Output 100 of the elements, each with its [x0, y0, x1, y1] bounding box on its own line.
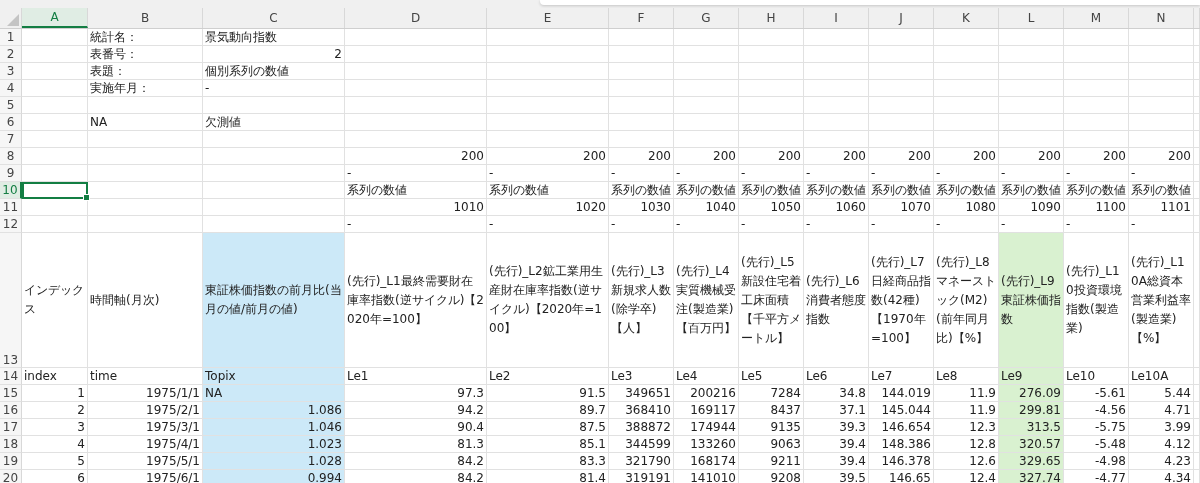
empty-cell[interactable]: [345, 46, 487, 63]
row-header[interactable]: 5: [0, 97, 22, 114]
empty-cell[interactable]: [869, 29, 934, 46]
empty-cell[interactable]: [609, 63, 674, 80]
empty-cell[interactable]: [1194, 114, 1200, 131]
empty-cell[interactable]: [609, 80, 674, 97]
empty-cell[interactable]: [739, 97, 804, 114]
row-header[interactable]: 12: [0, 216, 22, 233]
empty-cell[interactable]: [999, 97, 1064, 114]
active-cell[interactable]: [22, 182, 88, 199]
empty-cell[interactable]: [804, 46, 869, 63]
empty-cell[interactable]: [1194, 46, 1200, 63]
empty-cell[interactable]: [804, 29, 869, 46]
row-header[interactable]: 3: [0, 63, 22, 80]
empty-cell[interactable]: [345, 131, 487, 148]
empty-cell[interactable]: [739, 29, 804, 46]
empty-cell[interactable]: [869, 114, 934, 131]
row-header[interactable]: 9: [0, 165, 22, 182]
empty-cell[interactable]: [804, 63, 869, 80]
empty-cell[interactable]: [1064, 131, 1129, 148]
empty-cell[interactable]: [674, 63, 739, 80]
empty-cell[interactable]: [1064, 63, 1129, 80]
empty-cell[interactable]: [1129, 97, 1194, 114]
empty-cell[interactable]: [609, 29, 674, 46]
empty-cell[interactable]: [1194, 385, 1200, 402]
row-header[interactable]: 10: [0, 182, 22, 199]
empty-cell[interactable]: [1194, 165, 1200, 182]
row-header[interactable]: 11: [0, 199, 22, 216]
empty-cell[interactable]: [203, 131, 345, 148]
row-header[interactable]: 7: [0, 131, 22, 148]
empty-cell[interactable]: [1129, 46, 1194, 63]
row-header[interactable]: 15: [0, 385, 22, 402]
empty-cell[interactable]: [999, 63, 1064, 80]
empty-cell[interactable]: [609, 97, 674, 114]
empty-cell[interactable]: [609, 114, 674, 131]
empty-cell[interactable]: [1129, 63, 1194, 80]
empty-cell[interactable]: [487, 80, 609, 97]
empty-cell[interactable]: [203, 199, 345, 216]
empty-cell[interactable]: [999, 131, 1064, 148]
empty-cell[interactable]: [487, 63, 609, 80]
empty-cell[interactable]: [345, 29, 487, 46]
empty-cell[interactable]: [739, 46, 804, 63]
empty-cell[interactable]: [88, 216, 203, 233]
row-header[interactable]: 13: [0, 233, 22, 368]
empty-cell[interactable]: [869, 97, 934, 114]
empty-cell[interactable]: [609, 46, 674, 63]
empty-cell[interactable]: [999, 80, 1064, 97]
empty-cell[interactable]: [804, 97, 869, 114]
empty-cell[interactable]: [934, 114, 999, 131]
empty-cell[interactable]: [1064, 46, 1129, 63]
empty-cell[interactable]: [1064, 97, 1129, 114]
empty-cell[interactable]: [345, 80, 487, 97]
column-header[interactable]: A: [22, 8, 88, 28]
row-header[interactable]: 4: [0, 80, 22, 97]
empty-cell[interactable]: [739, 131, 804, 148]
empty-cell[interactable]: [203, 148, 345, 165]
empty-cell[interactable]: [1194, 453, 1200, 470]
empty-cell[interactable]: [1194, 148, 1200, 165]
empty-cell[interactable]: [88, 97, 203, 114]
empty-cell[interactable]: [1194, 436, 1200, 453]
row-header[interactable]: 18: [0, 436, 22, 453]
empty-cell[interactable]: [1194, 199, 1200, 216]
row-header[interactable]: 19: [0, 453, 22, 470]
empty-cell[interactable]: [203, 97, 345, 114]
empty-cell[interactable]: [1194, 216, 1200, 233]
row-header[interactable]: 6: [0, 114, 22, 131]
row-header[interactable]: 16: [0, 402, 22, 419]
empty-cell[interactable]: [934, 46, 999, 63]
empty-cell[interactable]: [869, 63, 934, 80]
empty-cell[interactable]: [674, 80, 739, 97]
empty-cell[interactable]: [1194, 419, 1200, 436]
empty-cell[interactable]: [674, 131, 739, 148]
empty-cell[interactable]: [609, 131, 674, 148]
empty-cell[interactable]: [674, 97, 739, 114]
empty-cell[interactable]: [739, 63, 804, 80]
row-header[interactable]: 1: [0, 29, 22, 46]
empty-cell[interactable]: [1194, 368, 1200, 385]
empty-cell[interactable]: [934, 97, 999, 114]
row-header[interactable]: 2: [0, 46, 22, 63]
empty-cell[interactable]: [88, 131, 203, 148]
empty-cell[interactable]: [345, 63, 487, 80]
empty-cell[interactable]: [1064, 29, 1129, 46]
row-header[interactable]: 8: [0, 148, 22, 165]
empty-cell[interactable]: [804, 131, 869, 148]
empty-cell[interactable]: [1194, 63, 1200, 80]
empty-cell[interactable]: [999, 114, 1064, 131]
empty-cell[interactable]: [88, 199, 203, 216]
empty-cell[interactable]: [804, 114, 869, 131]
empty-cell[interactable]: [674, 114, 739, 131]
empty-cell[interactable]: [1194, 233, 1200, 368]
empty-cell[interactable]: [674, 46, 739, 63]
empty-cell[interactable]: [88, 165, 203, 182]
empty-cell[interactable]: [999, 46, 1064, 63]
empty-cell[interactable]: [203, 165, 345, 182]
row-header[interactable]: 20: [0, 470, 22, 483]
empty-cell[interactable]: [487, 46, 609, 63]
empty-cell[interactable]: [1194, 131, 1200, 148]
empty-cell[interactable]: [999, 29, 1064, 46]
empty-cell[interactable]: [1129, 29, 1194, 46]
empty-cell[interactable]: [869, 131, 934, 148]
